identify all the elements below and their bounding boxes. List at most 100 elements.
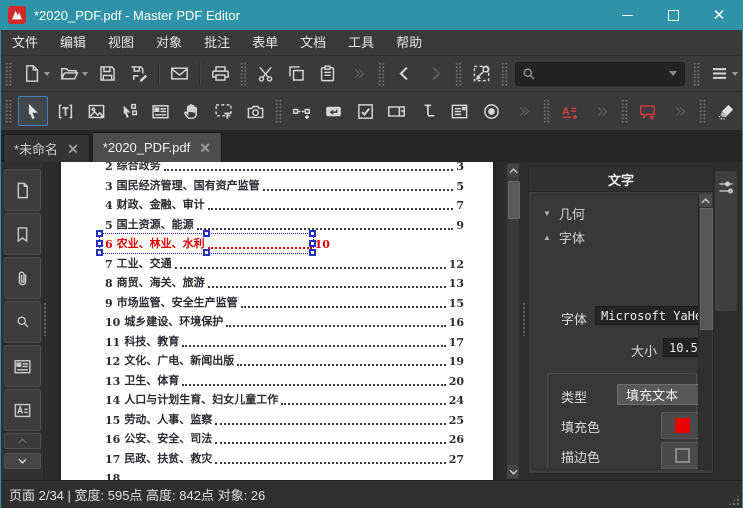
menu-item-3[interactable]: 对象 <box>145 30 193 55</box>
search-dropdown-icon[interactable] <box>669 71 678 76</box>
document-tab-0[interactable]: *未命名 ✕ <box>3 134 90 162</box>
sidebar-search-icon[interactable] <box>4 301 41 343</box>
sidebar-pages-icon[interactable] <box>4 169 41 211</box>
menu-item-7[interactable]: 工具 <box>337 30 385 55</box>
select-text-area-tool[interactable] <box>210 97 238 125</box>
scroll-down-icon[interactable] <box>507 465 519 478</box>
section-geometry[interactable]: ▼ 几何 <box>533 201 709 225</box>
text-field-tool[interactable] <box>414 97 442 125</box>
tab-close-icon[interactable]: ✕ <box>199 141 211 155</box>
link-tool[interactable] <box>288 97 316 125</box>
toolbar-drag-handle[interactable] <box>275 99 282 123</box>
listbox-tool[interactable] <box>446 97 474 125</box>
toc-entry-text: 14 <box>105 394 121 407</box>
toolbar-drag-handle[interactable] <box>239 61 247 86</box>
toolbar-drag-handle[interactable] <box>621 99 629 123</box>
combobox-tool[interactable] <box>383 97 411 125</box>
close-button[interactable]: ✕ <box>696 0 742 30</box>
copy-icon[interactable] <box>283 60 310 88</box>
dropdown-caret-icon[interactable] <box>732 71 738 76</box>
selection-handle[interactable] <box>96 230 103 237</box>
sidebar-bookmarks-icon[interactable] <box>4 213 41 255</box>
menu-item-0[interactable]: 文件 <box>1 30 49 55</box>
save-as-icon[interactable] <box>125 60 152 88</box>
toolbar-drag-handle[interactable] <box>699 99 707 123</box>
radio-button-tool[interactable] <box>478 97 506 125</box>
text-type-dropdown[interactable]: 填充文本 <box>617 384 701 405</box>
save-icon[interactable] <box>94 60 121 88</box>
menu-item-8[interactable]: 帮助 <box>385 30 433 55</box>
selection-handle[interactable] <box>96 239 103 247</box>
edit-text-tool[interactable] <box>52 97 80 125</box>
panel-scroll-up-icon[interactable] <box>699 194 712 207</box>
panel-scrollbar[interactable] <box>698 194 713 470</box>
menu-item-6[interactable]: 文档 <box>289 30 337 55</box>
email-icon[interactable] <box>166 60 193 88</box>
tab-close-icon[interactable]: ✕ <box>67 142 79 156</box>
font-name-input[interactable]: Microsoft YaHei <box>595 306 701 325</box>
menu-item-2[interactable]: 视图 <box>97 30 145 55</box>
edit-path-tool[interactable] <box>115 97 143 125</box>
checkbox-tool[interactable] <box>351 97 379 125</box>
open-folder-icon[interactable] <box>56 60 88 88</box>
paste-icon[interactable] <box>314 60 341 88</box>
menu-item-1[interactable]: 编辑 <box>49 30 97 55</box>
dropdown-caret-icon[interactable] <box>43 71 50 76</box>
scrollbar-thumb[interactable] <box>508 181 520 219</box>
menu-item-5[interactable]: 表单 <box>241 30 289 55</box>
toc-row: 17 民政、扶贫、救灾 27 <box>105 451 464 466</box>
new-document-icon[interactable] <box>18 60 50 88</box>
selection-handle[interactable] <box>96 249 103 256</box>
menu-icon[interactable] <box>706 60 738 88</box>
fill-color-button[interactable] <box>661 412 703 439</box>
minimize-button[interactable] <box>604 0 650 30</box>
search-input[interactable] <box>540 65 663 82</box>
sidebar-scroll-down-icon[interactable] <box>4 453 41 469</box>
toc-entry-text: 18 <box>105 472 121 480</box>
scroll-up-icon[interactable] <box>507 164 519 177</box>
back-icon[interactable] <box>391 60 418 88</box>
menu-item-4[interactable]: 批注 <box>193 30 241 55</box>
search-icon <box>522 67 536 81</box>
fit-selection-icon[interactable] <box>468 60 495 88</box>
select-tool[interactable] <box>17 96 48 126</box>
resize-grip[interactable] <box>728 494 740 506</box>
toc-row: 4 财政、金融、审计 7 <box>105 197 464 212</box>
toc-leader-dots <box>215 422 446 425</box>
search-box[interactable] <box>515 61 686 86</box>
edit-forms-tool[interactable] <box>146 97 174 125</box>
document-scrollbar[interactable] <box>506 162 520 480</box>
snapshot-tool[interactable] <box>241 97 269 125</box>
toolbar-drag-handle[interactable] <box>5 99 12 123</box>
highlight-text-tool[interactable] <box>556 97 584 125</box>
font-size-input[interactable]: 10.5 <box>663 338 701 357</box>
strikeout-tool[interactable] <box>712 97 740 125</box>
section-font[interactable]: ▲ 字体 <box>533 225 709 249</box>
sidebar-annotations-icon[interactable] <box>4 389 41 431</box>
push-button-tool[interactable] <box>320 97 348 125</box>
toolbar-drag-handle[interactable] <box>543 99 550 123</box>
maximize-button[interactable] <box>650 0 696 30</box>
panel-splitter[interactable] <box>522 302 527 336</box>
selection-handle[interactable] <box>309 230 316 237</box>
hand-tool[interactable] <box>178 97 206 125</box>
print-icon[interactable] <box>207 60 234 88</box>
sidebar-attachments-icon[interactable] <box>4 257 41 299</box>
sticky-note-tool[interactable] <box>634 97 662 125</box>
edit-image-tool[interactable] <box>83 97 111 125</box>
document-tab-1[interactable]: *2020_PDF.pdf ✕ <box>91 132 222 162</box>
cut-icon[interactable] <box>252 60 279 88</box>
selection-handle[interactable] <box>309 239 316 247</box>
sidebar-form-fields-icon[interactable] <box>4 345 41 387</box>
stroke-color-button[interactable] <box>661 442 703 469</box>
panel-toggle-tab[interactable] <box>715 170 738 312</box>
toolbar-drag-handle[interactable] <box>5 61 12 86</box>
toolbar-drag-handle[interactable] <box>500 61 508 86</box>
dropdown-caret-icon[interactable] <box>81 71 88 76</box>
selection-handle[interactable] <box>202 230 210 237</box>
document-viewport[interactable]: 2 综合政务 3 3 国民经济管理、国有资产监管 5 4 财政、金融、审计 7 5 国土资源、能源 9… <box>44 162 506 480</box>
toolbar-drag-handle[interactable] <box>454 61 462 86</box>
panel-scrollbar-thumb[interactable] <box>700 208 713 330</box>
toolbar-drag-handle[interactable] <box>378 61 385 86</box>
toolbar-drag-handle[interactable] <box>693 61 701 86</box>
